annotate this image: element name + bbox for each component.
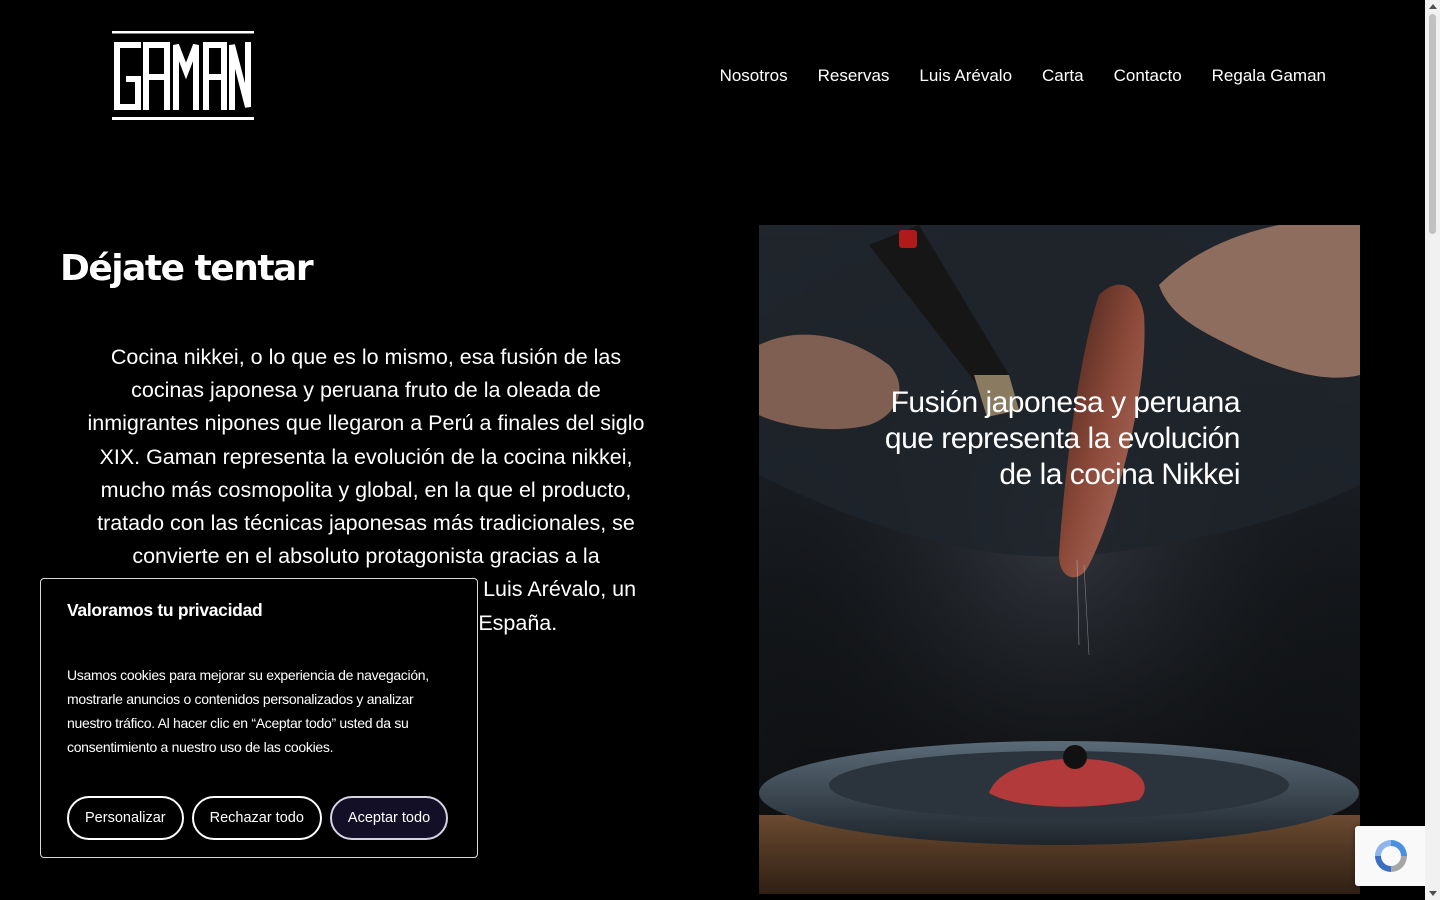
scrollbar-thumb[interactable] — [1429, 14, 1436, 234]
reject-all-cookies-button[interactable]: Rechazar todo — [191, 796, 322, 840]
nav-item-contacto[interactable]: Contacto — [1114, 64, 1182, 88]
scroll-up-arrow-icon[interactable] — [1429, 4, 1437, 9]
cookie-banner: Valoramos tu privacidad Usamos cookies p… — [40, 578, 478, 858]
hero-photo-illustration — [759, 225, 1360, 894]
scroll-down-arrow-icon[interactable] — [1429, 891, 1437, 896]
hero-caption: Fusión japonesa y peruana que representa… — [884, 386, 1241, 491]
accept-all-cookies-button[interactable]: Aceptar todo — [329, 796, 449, 840]
logo-text: GAMAN — [112, 121, 113, 122]
nav-item-regala-gaman[interactable]: Regala Gaman — [1212, 64, 1326, 88]
hero-image: Fusión japonesa y peruana que representa… — [759, 225, 1360, 894]
logo-mark — [112, 31, 254, 120]
page: GAMAN Nosotros Reservas Luis Arévalo Car… — [0, 0, 1440, 900]
cookie-banner-actions: Personalizar Rechazar todo Aceptar todo — [67, 796, 449, 840]
gaman-logo[interactable]: GAMAN — [112, 31, 254, 121]
recaptcha-badge[interactable] — [1355, 826, 1425, 886]
recaptcha-icon — [1375, 840, 1407, 872]
customize-cookies-button[interactable]: Personalizar — [67, 796, 184, 840]
page-title: Déjate tentar — [60, 248, 314, 289]
nav-item-nosotros[interactable]: Nosotros — [720, 64, 788, 88]
nav-item-reservas[interactable]: Reservas — [818, 64, 890, 88]
main-nav: Nosotros Reservas Luis Arévalo Carta Con… — [690, 64, 1326, 88]
cookie-banner-title: Valoramos tu privacidad — [67, 600, 263, 620]
nav-item-luis-arevalo[interactable]: Luis Arévalo — [919, 64, 1012, 88]
nav-item-carta[interactable]: Carta — [1042, 64, 1084, 88]
page-scrollbar[interactable] — [1425, 0, 1440, 900]
cookie-banner-text: Usamos cookies para mejorar su experienc… — [67, 667, 429, 755]
